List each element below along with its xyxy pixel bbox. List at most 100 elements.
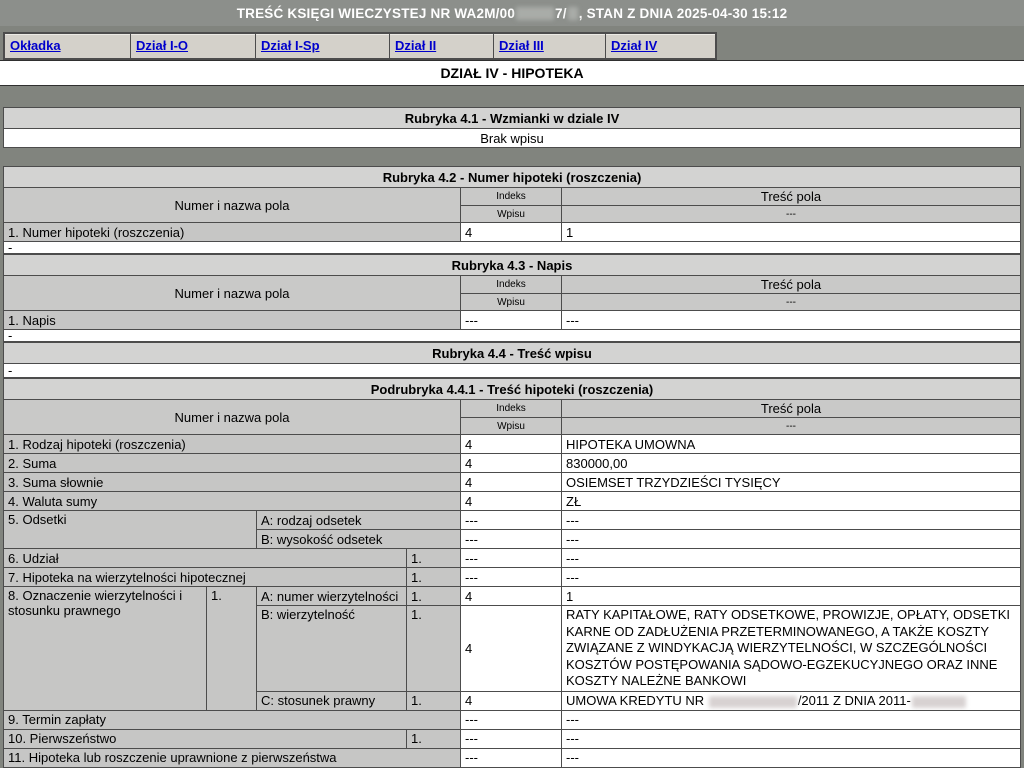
rubryka-4-2-title: Rubryka 4.2 - Numer hipoteki (roszczenia… (4, 167, 1021, 188)
tab-dzial-iv[interactable]: Dział IV (606, 34, 715, 58)
rubryka-4-1-table: Rubryka 4.1 - Wzmianki w dziale IV Brak … (3, 107, 1021, 148)
field-value: --- (562, 549, 1021, 568)
column-header-wpisu: Wpisu (461, 206, 562, 223)
redacted-area (516, 7, 554, 20)
redacted-area (912, 696, 966, 708)
document-title-mid: 7/ (555, 6, 567, 21)
column-header-indeks: Indeks (461, 276, 562, 294)
tab-dzial-i-sp[interactable]: Dział I-Sp (256, 34, 390, 58)
document-title-bar: TREŚĆ KSIĘGI WIECZYSTEJ NR WA2M/007/, ST… (0, 0, 1024, 26)
subfield-label: B: wysokość odsetek (257, 530, 461, 549)
field-indeks: --- (461, 511, 562, 530)
field-value: OSIEMSET TRZYDZIEŚCI TYSIĘCY (562, 473, 1021, 492)
field-value: 1 (562, 223, 1021, 242)
rubryka-4-4-title: Rubryka 4.4 - Treść wpisu (4, 343, 1021, 364)
column-header-tresc: Treść pola (562, 400, 1021, 418)
column-header-indeks: Indeks (461, 188, 562, 206)
field-value: 1 (562, 587, 1021, 606)
field-number: 1. (407, 549, 461, 568)
field-label: 10. Pierwszeństwo (4, 729, 407, 748)
tab-okladka-link[interactable]: Okładka (10, 38, 61, 53)
field-indeks: 4 (461, 454, 562, 473)
redacted-area (568, 7, 578, 20)
field-indeks: 4 (461, 606, 562, 692)
tab-dzial-iv-link[interactable]: Dział IV (611, 38, 657, 53)
tab-dzial-i-sp-link[interactable]: Dział I-Sp (261, 38, 320, 53)
field-label: 2. Suma (4, 454, 461, 473)
column-header-empty: --- (562, 294, 1021, 311)
field-label: 7. Hipoteka na wierzytelności hipoteczne… (4, 568, 407, 587)
rubryka-4-1-title: Rubryka 4.1 - Wzmianki w dziale IV (4, 108, 1021, 129)
field-value: 830000,00 (562, 454, 1021, 473)
tab-dzial-iii[interactable]: Dział III (494, 34, 606, 58)
separator-row: - (4, 330, 1021, 342)
subfield-number: 1. (407, 691, 461, 710)
tab-dzial-ii[interactable]: Dział II (390, 34, 494, 58)
subfield-number: 1. (407, 587, 461, 606)
field-value: UMOWA KREDYTU NR /2011 Z DNIA 2011- (562, 691, 1021, 710)
tab-dzial-i-o-link[interactable]: Dział I-O (136, 38, 188, 53)
separator-row: - (4, 242, 1021, 254)
rubryka-4-2-table: Rubryka 4.2 - Numer hipoteki (roszczenia… (3, 166, 1021, 254)
tab-okladka[interactable]: Okładka (5, 34, 131, 58)
field-value: RATY KAPITAŁOWE, RATY ODSETKOWE, PROWIZJ… (562, 606, 1021, 692)
field-indeks: --- (461, 530, 562, 549)
field-number: 1. (207, 587, 257, 711)
tab-dzial-ii-link[interactable]: Dział II (395, 38, 436, 53)
tab-dzial-i-o[interactable]: Dział I-O (131, 34, 256, 58)
field-value: --- (562, 748, 1021, 767)
field-indeks: 4 (461, 587, 562, 606)
field-label: 4. Waluta sumy (4, 492, 461, 511)
subfield-label: C: stosunek prawny (257, 691, 407, 710)
podrubryka-4-4-1-table: Podrubryka 4.4.1 - Treść hipoteki (roszc… (3, 378, 1021, 768)
column-header-wpisu: Wpisu (461, 294, 562, 311)
rubryka-4-3-table: Rubryka 4.3 - Napis Numer i nazwa pola I… (3, 254, 1021, 342)
field-label: 1. Rodzaj hipoteki (roszczenia) (4, 435, 461, 454)
column-header-tresc: Treść pola (562, 276, 1021, 294)
podrubryka-4-4-1-title: Podrubryka 4.4.1 - Treść hipoteki (roszc… (4, 379, 1021, 400)
credit-agreement-prefix: UMOWA KREDYTU NR (566, 693, 708, 708)
section-tab-bar: Okładka Dział I-O Dział I-Sp Dział II Dz… (3, 32, 717, 60)
field-indeks: 4 (461, 223, 562, 242)
field-value: ZŁ (562, 492, 1021, 511)
spacer (0, 86, 1024, 107)
subfield-number: 1. (407, 606, 461, 692)
subfield-label: A: rodzaj odsetek (257, 511, 461, 530)
field-value: --- (562, 568, 1021, 587)
field-number: 1. (407, 568, 461, 587)
field-label: 3. Suma słownie (4, 473, 461, 492)
field-indeks: --- (461, 311, 562, 330)
field-label: 1. Numer hipoteki (roszczenia) (4, 223, 461, 242)
subfield-label: A: numer wierzytelności (257, 587, 407, 606)
field-indeks: --- (461, 568, 562, 587)
field-label: 8. Oznaczenie wierzytelności i stosunku … (4, 587, 207, 711)
column-header-field: Numer i nazwa pola (4, 400, 461, 435)
column-header-tresc: Treść pola (562, 188, 1021, 206)
field-value: HIPOTEKA UMOWNA (562, 435, 1021, 454)
tab-dzial-iii-link[interactable]: Dział III (499, 38, 544, 53)
column-header-field: Numer i nazwa pola (4, 188, 461, 223)
field-value: --- (562, 311, 1021, 330)
column-header-empty: --- (562, 418, 1021, 435)
field-number: 1. (407, 729, 461, 748)
dzial-iv-header: DZIAŁ IV - HIPOTEKA (0, 60, 1024, 86)
document-title-suffix: , STAN Z DNIA 2025-04-30 15:12 (579, 6, 788, 21)
rubryka-4-3-title: Rubryka 4.3 - Napis (4, 255, 1021, 276)
field-indeks: 4 (461, 435, 562, 454)
field-indeks: --- (461, 710, 562, 729)
field-label: 1. Napis (4, 311, 461, 330)
field-label: 9. Termin zapłaty (4, 710, 461, 729)
column-header-field: Numer i nazwa pola (4, 276, 461, 311)
field-value: --- (562, 530, 1021, 549)
rubryka-4-1-content: Brak wpisu (4, 129, 1021, 148)
subfield-label: B: wierzytelność (257, 606, 407, 692)
field-indeks: --- (461, 748, 562, 767)
field-indeks: --- (461, 549, 562, 568)
field-label: 11. Hipoteka lub roszczenie uprawnione z… (4, 748, 461, 767)
separator-row: - (4, 364, 1021, 378)
rubryka-4-4-table: Rubryka 4.4 - Treść wpisu - (3, 342, 1021, 378)
redacted-area (709, 696, 797, 708)
column-header-indeks: Indeks (461, 400, 562, 418)
field-indeks: 4 (461, 473, 562, 492)
column-header-wpisu: Wpisu (461, 418, 562, 435)
